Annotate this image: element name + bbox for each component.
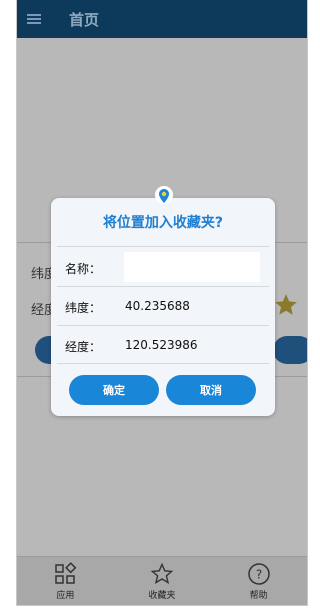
- latitude-label: 纬度：: [65, 301, 102, 315]
- nav-item-apps[interactable]: 应用: [35, 561, 95, 601]
- longitude-value: 120.523986: [125, 338, 198, 352]
- location-pin: [155, 186, 173, 210]
- nav-label-apps: 应用: [56, 590, 75, 601]
- longitude-label: 经度：: [65, 340, 102, 354]
- menu-icon: [27, 14, 41, 24]
- divider: [57, 246, 269, 247]
- apps-icon: [55, 561, 77, 584]
- nav-item-help[interactable]: ? 帮助: [229, 562, 289, 601]
- location-pin-icon: [159, 189, 169, 203]
- help-icon: ?: [247, 562, 270, 585]
- add-favorite-dialog: 将位置加入收藏夹? 名称： 纬度： 40.235688 经度： 120.5239…: [51, 186, 275, 416]
- name-input[interactable]: [124, 252, 260, 282]
- star-icon: [150, 562, 174, 584]
- confirm-button[interactable]: 确定: [69, 375, 159, 405]
- latitude-value: 40.235688: [125, 299, 190, 313]
- background-star-icon: [275, 294, 297, 315]
- nav-label-favorites: 收藏夹: [148, 590, 176, 601]
- divider: [57, 325, 269, 326]
- nav-item-favorites[interactable]: 收藏夹: [132, 562, 192, 601]
- page-title: 首页: [69, 10, 100, 29]
- app-bar: 首页: [17, 0, 307, 38]
- cancel-button[interactable]: 取消: [166, 375, 256, 405]
- nav-label-help: 帮助: [249, 590, 268, 601]
- bottom-navigation: 应用 收藏夹 ? 帮助: [17, 556, 307, 605]
- divider: [57, 286, 269, 287]
- dialog-title: 将位置加入收藏夹?: [102, 215, 224, 231]
- menu-button[interactable]: [27, 0, 55, 38]
- divider: [57, 363, 269, 364]
- svg-text:?: ?: [255, 567, 261, 581]
- background-button-right: [273, 336, 307, 364]
- name-label: 名称：: [65, 262, 102, 276]
